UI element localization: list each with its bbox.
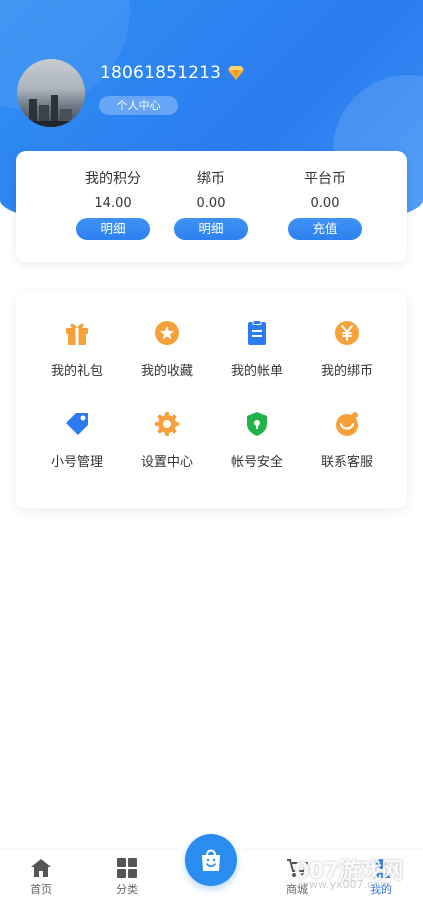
tab-home[interactable]: 首页 xyxy=(6,850,76,897)
platform-coin-label: 平台币 xyxy=(304,171,346,187)
settings-label: 设置中心 xyxy=(140,455,193,470)
tab-home-label: 首页 xyxy=(30,883,52,896)
points-card: 我的积分 14.00 明细 绑币 0.00 明细 平台币 0.00 充值 xyxy=(16,151,407,262)
bind-coin-label: 绑币 xyxy=(197,171,225,187)
gift-icon xyxy=(66,323,88,345)
grid-icon xyxy=(117,858,137,878)
user-phone: 18061851213 xyxy=(100,63,222,83)
tag-icon xyxy=(66,413,88,435)
platform-coin-column: 平台币 0.00 充值 xyxy=(260,151,390,240)
smile-icon xyxy=(336,412,358,436)
diamond-icon xyxy=(228,66,244,80)
sub-account-item[interactable]: 小号管理 xyxy=(32,410,122,470)
settings-item[interactable]: 设置中心 xyxy=(122,410,212,470)
shopping-bag-icon xyxy=(202,849,220,871)
function-grid: 我的礼包 我的收藏 我的帐单 我的绑币 小号管理 设置中心 帐号安全 联系客服 xyxy=(16,291,407,508)
my-bind-coins-label: 我的绑币 xyxy=(320,364,373,379)
customer-service-label: 联系客服 xyxy=(320,455,373,470)
my-favorites-item[interactable]: 我的收藏 xyxy=(122,319,212,379)
bind-coin-column: 绑币 0.00 明细 xyxy=(146,151,276,240)
clipboard-icon xyxy=(248,320,266,345)
bind-coin-detail-button[interactable]: 明细 xyxy=(174,218,248,240)
platform-coin-value: 0.00 xyxy=(310,196,340,211)
account-security-item[interactable]: 帐号安全 xyxy=(212,410,302,470)
account-security-label: 帐号安全 xyxy=(230,455,283,470)
customer-service-item[interactable]: 联系客服 xyxy=(302,410,392,470)
bind-coin-value: 0.00 xyxy=(196,196,226,211)
my-bills-item[interactable]: 我的帐单 xyxy=(212,319,302,379)
my-bind-coins-item[interactable]: 我的绑币 xyxy=(302,319,392,379)
my-favorites-label: 我的收藏 xyxy=(140,364,193,379)
my-gifts-label: 我的礼包 xyxy=(50,364,103,379)
points-detail-button[interactable]: 明细 xyxy=(76,218,150,240)
center-shop-button[interactable] xyxy=(185,834,237,886)
tab-category-label: 分类 xyxy=(116,883,138,896)
yen-icon xyxy=(335,321,359,345)
my-gifts-item[interactable]: 我的礼包 xyxy=(32,319,122,379)
gear-icon xyxy=(155,412,179,436)
sub-account-label: 小号管理 xyxy=(50,455,103,470)
tab-category[interactable]: 分类 xyxy=(92,850,162,897)
watermark-url: www.yx007.com xyxy=(300,878,391,891)
shield-icon xyxy=(247,412,267,436)
star-icon xyxy=(155,321,179,345)
avatar[interactable] xyxy=(17,59,85,127)
personal-center-button[interactable]: 个人中心 xyxy=(99,96,178,115)
home-icon xyxy=(31,859,51,877)
my-bills-label: 我的帐单 xyxy=(230,364,283,379)
recharge-button[interactable]: 充值 xyxy=(288,218,362,240)
